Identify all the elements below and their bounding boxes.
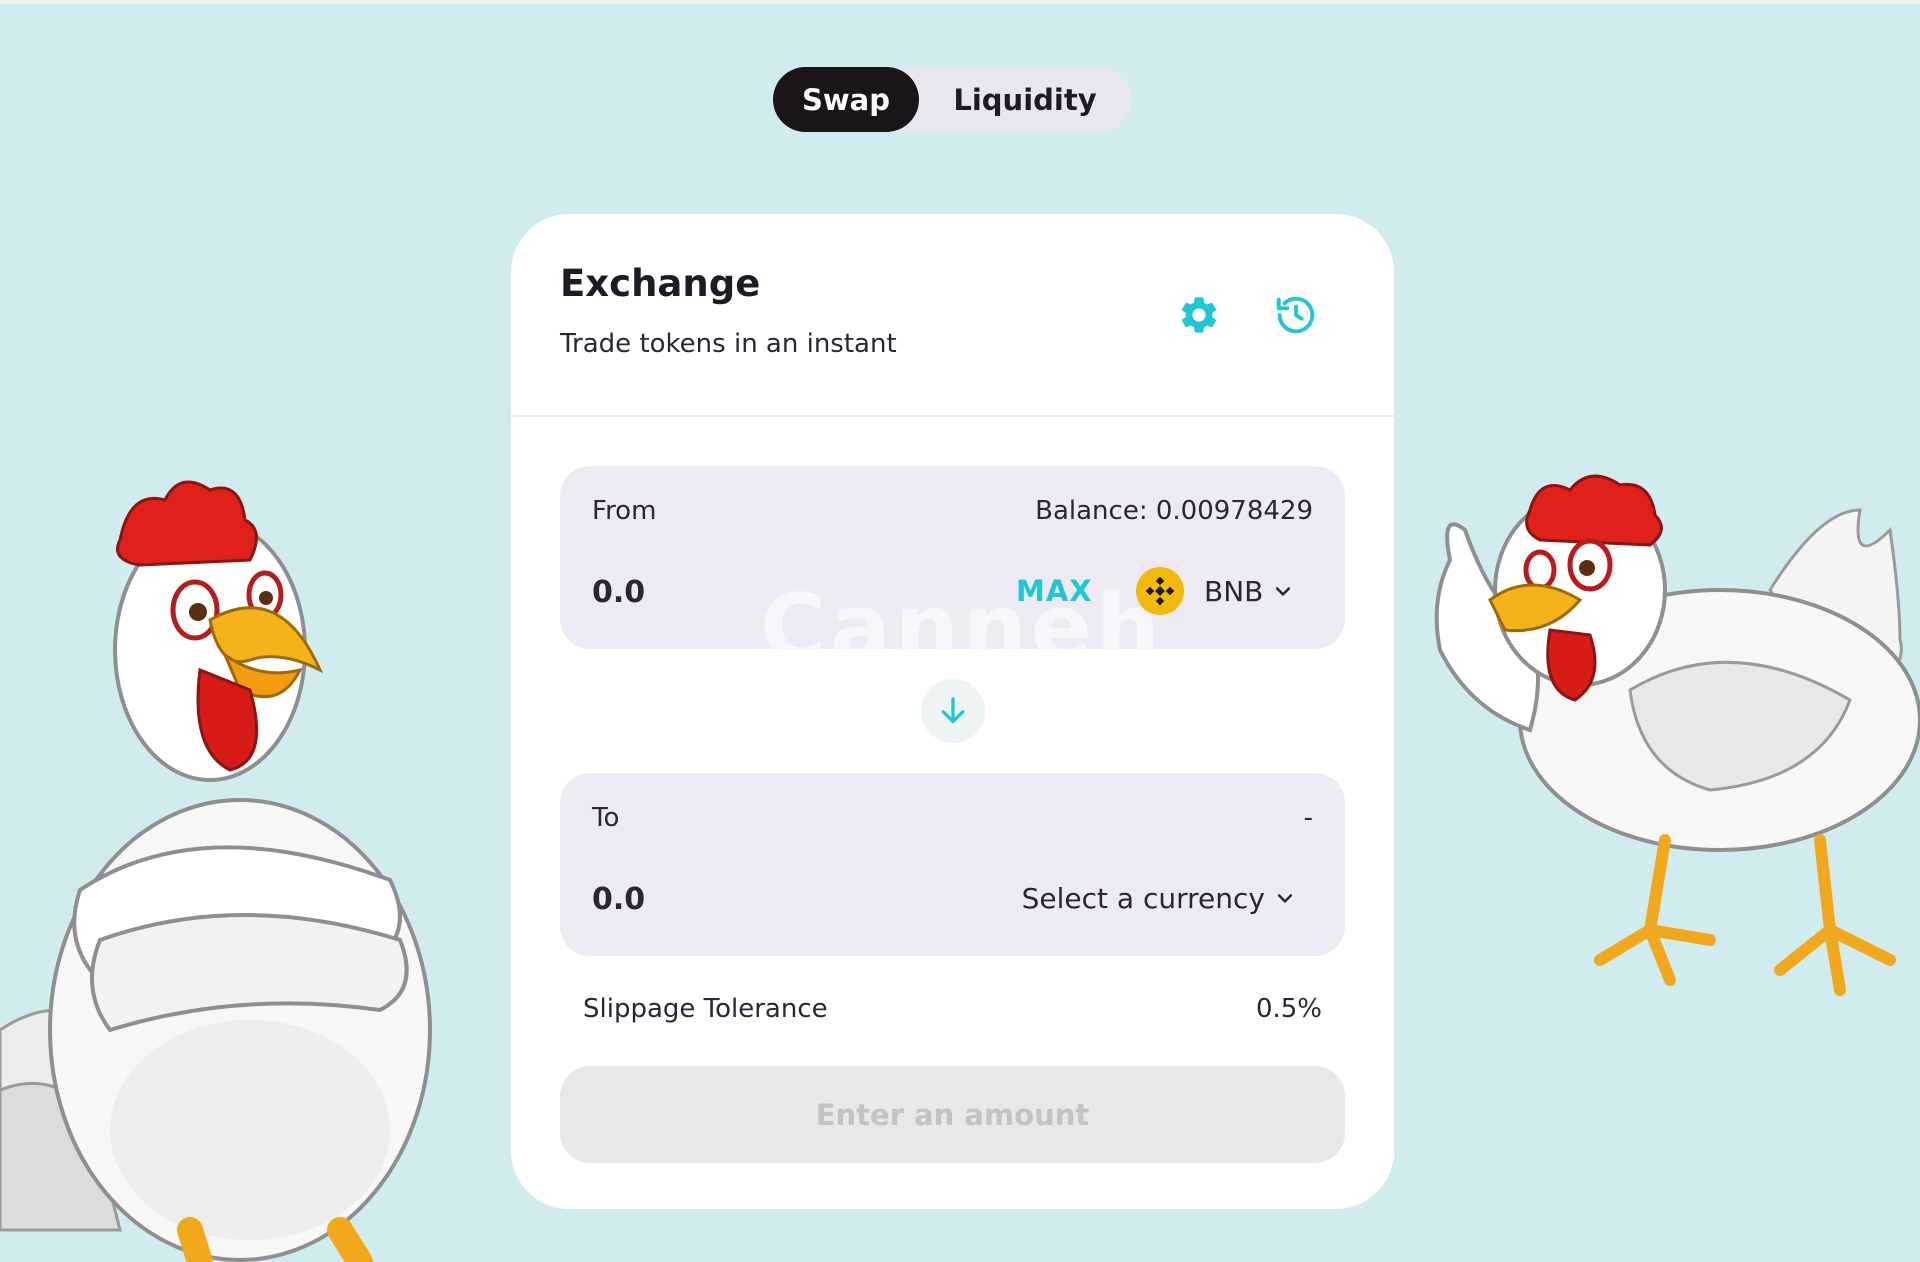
exchange-card: Exchange Trade tokens in an instant From… [511, 214, 1394, 1209]
switch-direction-button[interactable] [921, 679, 985, 743]
max-button[interactable]: MAX [1016, 574, 1093, 608]
chevron-down-icon [1275, 888, 1295, 908]
from-label: From [592, 496, 657, 526]
enter-amount-button[interactable]: Enter an amount [560, 1066, 1345, 1163]
to-panel: To - Select a currency [560, 773, 1345, 956]
swap-liquidity-tabs: Swap Liquidity [773, 67, 1131, 132]
to-currency-select[interactable]: Select a currency [1022, 870, 1295, 926]
from-amount-input[interactable] [592, 570, 952, 614]
from-balance: Balance: 0.00978429 [1035, 496, 1313, 526]
to-label: To [592, 803, 620, 833]
arrow-down-icon [941, 697, 965, 724]
tab-liquidity[interactable]: Liquidity [919, 67, 1131, 132]
from-token-name: BNB [1204, 574, 1264, 608]
to-balance: - [1303, 803, 1313, 833]
slippage-label: Slippage Tolerance [583, 994, 828, 1024]
gear-icon [1181, 297, 1217, 333]
history-icon [1276, 296, 1315, 334]
bnb-logo-icon [1136, 567, 1184, 615]
tab-swap[interactable]: Swap [773, 67, 919, 132]
card-subtitle: Trade tokens in an instant [560, 329, 897, 359]
rooster-illustration-right [1434, 474, 1920, 996]
card-header: Exchange Trade tokens in an instant [511, 214, 1394, 417]
top-border [0, 0, 1920, 4]
from-token-select[interactable]: BNB [1136, 563, 1293, 619]
to-amount-input[interactable] [592, 877, 952, 921]
from-panel: From Balance: 0.00978429 MAX BNB [560, 466, 1345, 649]
history-button[interactable] [1268, 287, 1324, 343]
rooster-illustration-left [0, 480, 432, 1262]
slippage-value: 0.5% [1255, 994, 1322, 1024]
select-currency-label: Select a currency [1021, 881, 1265, 915]
chevron-down-icon [1273, 581, 1293, 601]
settings-button[interactable] [1171, 287, 1227, 343]
card-title: Exchange [560, 262, 761, 305]
